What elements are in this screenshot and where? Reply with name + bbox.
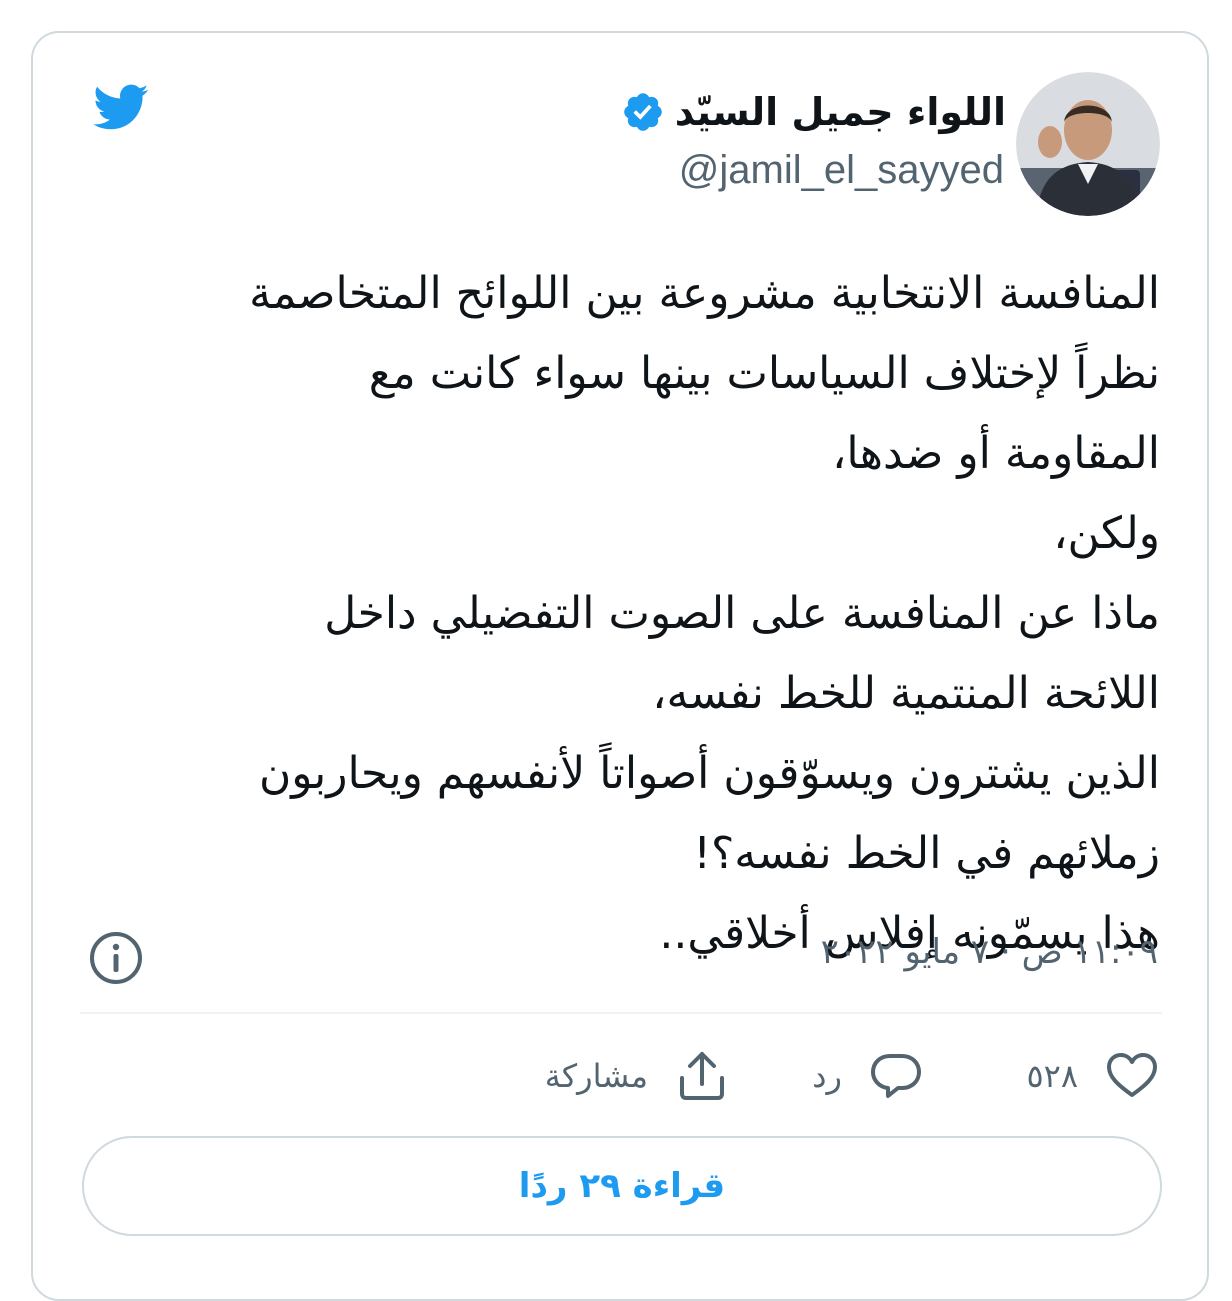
like-count: ٥٢٨ <box>1026 1057 1078 1095</box>
share-button[interactable]: مشاركة <box>545 1044 730 1108</box>
tweet-line: الذين يشترون ويسوّقون أصواتاً لأنفسهم وي… <box>258 748 1160 799</box>
divider <box>80 1012 1162 1014</box>
read-replies-button[interactable]: قراءة ٢٩ ردًا <box>82 1136 1162 1236</box>
author-display-name[interactable]: اللواء جميل السيّد <box>675 90 1006 134</box>
author-name-row[interactable]: اللواء جميل السيّد <box>621 82 1006 142</box>
like-button[interactable]: ٥٢٨ <box>1026 1044 1160 1108</box>
heart-icon[interactable] <box>1104 1048 1160 1104</box>
info-icon[interactable] <box>88 930 144 986</box>
tweet-line: المقاومة أو ضدها، <box>832 428 1160 479</box>
tweet-line: اللائحة المنتمية للخط نفسه، <box>652 668 1160 719</box>
tweet-line: ماذا عن المنافسة على الصوت التفضيلي داخل <box>324 588 1160 639</box>
tweet-line: نظراً لإختلاف السياسات بينها سواء كانت م… <box>368 348 1160 399</box>
share-label: مشاركة <box>544 1057 648 1095</box>
verified-badge-icon <box>623 93 662 131</box>
tweet-text: المنافسة الانتخابية مشروعة بين اللوائح ا… <box>100 254 1160 974</box>
tweet-line: ولكن، <box>1053 508 1160 559</box>
twitter-bird-icon[interactable] <box>84 78 156 136</box>
share-upload-icon[interactable] <box>674 1048 730 1104</box>
reply-label: رد <box>812 1057 842 1095</box>
tweet-line: المنافسة الانتخابية مشروعة بين اللوائح ا… <box>249 268 1160 319</box>
speech-bubble-icon[interactable] <box>868 1048 924 1104</box>
reply-button[interactable]: رد <box>812 1044 924 1108</box>
tweet-timestamp[interactable]: ١١:٠٩ ص · ٧ مايو ٢٠٢٢ <box>821 932 1158 972</box>
author-handle[interactable]: @jamil_el_sayyed <box>679 148 1004 193</box>
avatar[interactable] <box>1016 72 1160 216</box>
read-replies-label: قراءة ٢٩ ردًا <box>518 1166 726 1206</box>
tweet-line: زملائهم في الخط نفسه؟! <box>693 828 1160 879</box>
